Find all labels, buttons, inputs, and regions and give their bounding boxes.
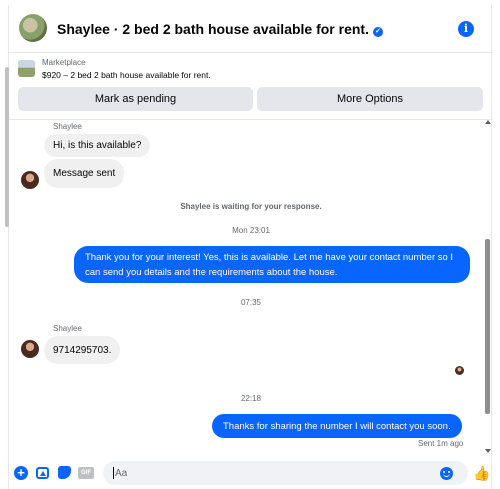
check-badge-icon: ✓ xyxy=(373,27,383,37)
message-input-placeholder: Aa xyxy=(115,467,128,479)
chat-title-text[interactable]: Shaylee · 2 bed 2 bath house available f… xyxy=(57,21,369,37)
waiting-note: Shaylee is waiting for your response. xyxy=(180,202,322,211)
info-icon[interactable]: i xyxy=(458,21,474,37)
outgoing-message-text: Thank you for your interest! Yes, this i… xyxy=(85,251,454,278)
emoji-icon[interactable] xyxy=(440,467,453,480)
text-caret xyxy=(113,467,114,479)
chat-title[interactable]: Shaylee · 2 bed 2 bath house available f… xyxy=(57,21,383,37)
marketplace-label: Marketplace xyxy=(42,58,86,67)
timestamp: 07:35 xyxy=(240,298,262,307)
sender-avatar[interactable] xyxy=(21,340,39,358)
read-receipt-avatar xyxy=(455,366,464,375)
listing-thumbnail[interactable] xyxy=(18,60,35,77)
mark-as-pending-button[interactable]: Mark as pending xyxy=(18,87,253,111)
gif-icon[interactable]: GIF xyxy=(78,467,94,479)
scroll-down-arrow-icon[interactable] xyxy=(485,449,491,453)
outgoing-message-text: Thanks for sharing the number I will con… xyxy=(223,420,451,432)
page-scrollbar[interactable] xyxy=(3,67,9,489)
sender-name: Shaylee xyxy=(53,324,82,333)
chat-window: Shaylee · 2 bed 2 bath house available f… xyxy=(5,5,493,489)
incoming-message[interactable]: Hi, is this available? xyxy=(44,134,151,157)
message-input[interactable]: Aa xyxy=(103,461,468,485)
more-options-button[interactable]: More Options xyxy=(257,87,483,111)
timestamp: 22:18 xyxy=(240,394,262,403)
messages-scrollbar-thumb[interactable] xyxy=(485,239,490,414)
sticker-icon[interactable] xyxy=(58,466,71,479)
chat-header: Shaylee · 2 bed 2 bath house available f… xyxy=(9,5,493,53)
scroll-up-arrow-icon[interactable] xyxy=(485,120,491,124)
marketplace-card: Marketplace $920 – 2 bed 2 bath house av… xyxy=(9,54,493,120)
sender-avatar[interactable] xyxy=(21,171,39,189)
plus-icon[interactable]: + xyxy=(14,466,28,480)
listing-avatar[interactable] xyxy=(19,14,47,42)
incoming-message[interactable]: 9714295703. xyxy=(44,336,121,364)
outgoing-message[interactable]: Thank you for your interest! Yes, this i… xyxy=(74,246,470,283)
listing-summary[interactable]: $920 – 2 bed 2 bath house available for … xyxy=(42,70,211,80)
composer-bar: + GIF Aa 👍 xyxy=(9,457,493,489)
photo-icon[interactable] xyxy=(36,467,49,479)
outgoing-message[interactable]: Thanks for sharing the number I will con… xyxy=(212,414,462,438)
incoming-message[interactable]: Message sent xyxy=(44,159,125,188)
sender-name: Shaylee xyxy=(53,122,82,131)
thumbs-up-icon[interactable]: 👍 xyxy=(473,466,490,480)
sent-status: Sent 1m ago xyxy=(418,439,464,448)
timestamp: Mon 23:01 xyxy=(232,226,270,235)
